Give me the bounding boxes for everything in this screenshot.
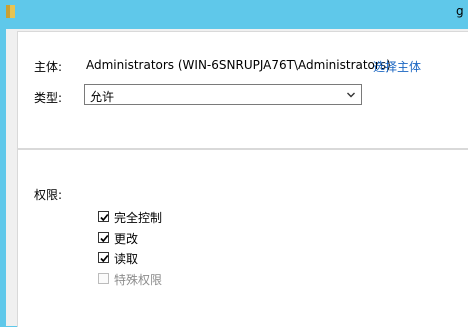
principal-label: 主体: <box>34 60 63 74</box>
dialog-content: 主体: Administrators (WIN-6SNRUPJA76T\Admi… <box>6 29 468 327</box>
checkmark-icon <box>100 254 109 263</box>
type-label: 类型: <box>34 91 63 105</box>
select-principal-link[interactable]: 选择主体 <box>373 58 421 75</box>
permissions-label: 权限: <box>34 188 63 202</box>
checkmark-icon <box>100 213 109 222</box>
title-bar: g <box>0 0 468 29</box>
folder-icon <box>6 5 15 18</box>
type-selected-value: 允许 <box>90 90 115 104</box>
principal-value: Administrators (WIN-6SNRUPJA76T\Administ… <box>86 58 391 72</box>
permissions-panel: 权限: 完全控制 更改 读取 特殊权限 <box>17 149 468 327</box>
chevron-down-icon <box>347 92 355 98</box>
window-title: g <box>456 4 464 18</box>
principal-panel: 主体: Administrators (WIN-6SNRUPJA76T\Admi… <box>17 31 468 149</box>
read-checkbox[interactable] <box>98 252 109 263</box>
full-control-checkbox[interactable] <box>98 211 109 222</box>
type-dropdown[interactable]: 允许 <box>84 84 362 105</box>
checkmark-icon <box>100 234 109 243</box>
full-control-label: 完全控制 <box>114 211 163 225</box>
special-permissions-label: 特殊权限 <box>114 273 163 287</box>
modify-checkbox[interactable] <box>98 232 109 243</box>
read-label: 读取 <box>114 252 139 266</box>
modify-label: 更改 <box>114 232 139 246</box>
special-permissions-checkbox <box>98 273 109 284</box>
